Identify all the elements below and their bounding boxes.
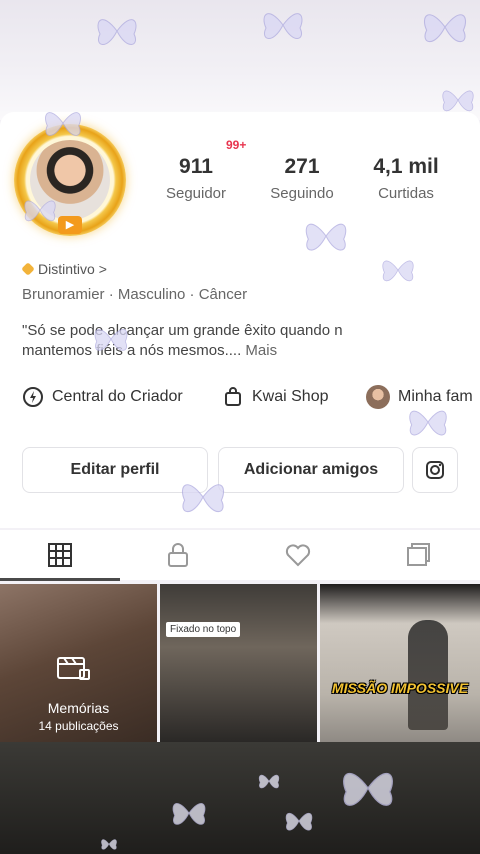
grid-icon[interactable]	[45, 540, 75, 570]
profile-tabs	[0, 530, 480, 580]
creator-center-link[interactable]: Central do Criador	[22, 385, 183, 409]
creator-center-label: Central do Criador	[52, 388, 183, 405]
memories-caption: Memórias 14 publicações	[0, 700, 157, 733]
pinned-video-tile[interactable]	[160, 584, 317, 742]
following-label: Seguindo	[270, 185, 334, 202]
heart-icon[interactable]	[283, 540, 313, 570]
butterfly-icon	[285, 813, 313, 831]
butterfly-icon	[97, 19, 137, 45]
followers-stat[interactable]: 911 Seguidor	[146, 155, 246, 202]
memories-icon	[57, 657, 90, 680]
butterfly-icon	[101, 839, 117, 850]
butterfly-icon	[172, 803, 206, 825]
butterfly-icon	[45, 112, 81, 136]
following-count: 271	[284, 155, 320, 178]
shopping-bag-icon	[225, 387, 241, 406]
butterfly-icon	[382, 260, 414, 282]
butterfly-icon	[409, 410, 447, 436]
video-tile[interactable]	[320, 584, 480, 742]
butterfly-icon	[423, 14, 467, 43]
instagram-button[interactable]	[412, 447, 458, 493]
bio-more-link[interactable]: Mais	[245, 342, 277, 359]
butterfly-icon	[94, 329, 128, 351]
add-friends-button[interactable]: Adicionar amigos	[218, 447, 404, 493]
likes-count: 4,1 mil	[373, 155, 439, 178]
family-avatar-icon	[366, 385, 390, 409]
bio-line-1: "Só se pode alcançar um grande êxito qua…	[22, 322, 343, 339]
creator-center-icon	[23, 387, 43, 407]
video-title-overlay: MISSÃO IMPOSSIVE	[331, 680, 469, 696]
followers-label: Seguidor	[165, 185, 227, 202]
badge-link[interactable]: Distintivo >	[21, 261, 107, 277]
memories-title: Memórias	[47, 700, 110, 716]
chevron-right-icon: >	[98, 261, 107, 277]
likes-label: Curtidas	[378, 185, 434, 202]
butterfly-icon	[263, 13, 303, 39]
collection-icon[interactable]	[403, 540, 433, 570]
pinned-label: Fixado no topo	[166, 622, 241, 637]
butterfly-icon	[305, 223, 347, 251]
play-icon: ▶	[58, 216, 82, 234]
butterfly-icon	[343, 772, 393, 806]
likes-stat[interactable]: 4,1 mil Curtidas	[356, 155, 456, 202]
video-tile-row-2[interactable]	[0, 742, 480, 854]
butterfly-icon	[181, 484, 225, 513]
memories-count: 14 publicações	[38, 719, 119, 733]
badge-icon	[21, 262, 35, 276]
instagram-icon	[426, 460, 444, 479]
kwai-shop-label: Kwai Shop	[252, 388, 329, 405]
butterfly-icon	[258, 774, 280, 789]
lock-icon[interactable]	[163, 540, 193, 570]
followers-count: 911	[179, 155, 213, 178]
following-stat[interactable]: 271 Seguindo	[252, 155, 352, 202]
active-tab-indicator	[0, 578, 120, 581]
profile-bio[interactable]: "Só se pode alcançar um grande êxito qua…	[22, 321, 462, 361]
butterfly-icon	[24, 200, 56, 222]
notification-badge: 99+	[226, 138, 247, 152]
video-thumbnail-figure	[408, 620, 448, 730]
profile-tags: Brunoramier · Masculino · Câncer	[22, 286, 248, 303]
badge-label: Distintivo	[38, 261, 95, 277]
kwai-shop-link[interactable]: Kwai Shop	[222, 385, 329, 409]
